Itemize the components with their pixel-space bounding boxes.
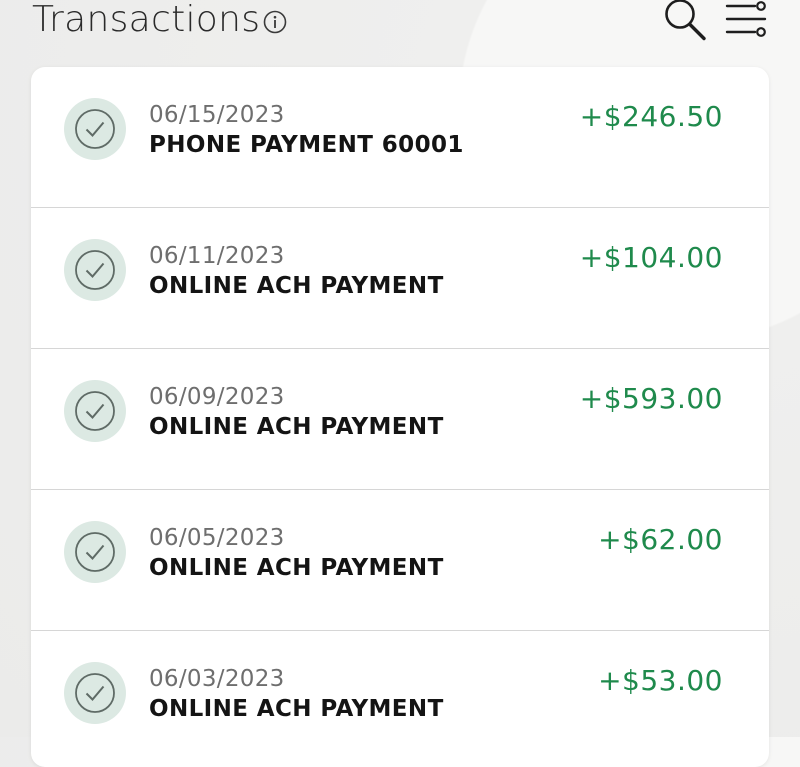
status-badge: [64, 380, 126, 442]
transaction-date: 06/05/2023: [149, 525, 285, 551]
transaction-amount: +$62.00: [598, 523, 723, 556]
search-icon[interactable]: [660, 0, 708, 44]
transaction-date: 06/09/2023: [149, 384, 285, 410]
page-title: Transactions: [32, 0, 261, 40]
transaction-description: PHONE PAYMENT 60001: [149, 132, 464, 158]
transaction-description: ONLINE ACH PAYMENT: [149, 555, 444, 581]
info-icon[interactable]: [263, 10, 287, 34]
transaction-row[interactable]: 06/05/2023 ONLINE ACH PAYMENT +$62.00: [31, 490, 769, 631]
transaction-row[interactable]: 06/11/2023 ONLINE ACH PAYMENT +$104.00: [31, 208, 769, 349]
status-badge: [64, 239, 126, 301]
check-circle-icon: [75, 532, 115, 572]
transactions-card: 06/15/2023 PHONE PAYMENT 60001 +$246.50 …: [31, 67, 769, 767]
transaction-date: 06/15/2023: [149, 102, 285, 128]
transaction-description: ONLINE ACH PAYMENT: [149, 273, 444, 299]
status-badge: [64, 662, 126, 724]
transaction-row[interactable]: 06/03/2023 ONLINE ACH PAYMENT +$53.00: [31, 631, 769, 767]
transaction-date: 06/11/2023: [149, 243, 285, 269]
check-circle-icon: [75, 250, 115, 290]
transaction-amount: +$104.00: [579, 241, 723, 274]
header: Transactions: [0, 0, 800, 60]
check-circle-icon: [75, 109, 115, 149]
status-badge: [64, 521, 126, 583]
check-circle-icon: [75, 391, 115, 431]
transaction-description: ONLINE ACH PAYMENT: [149, 414, 444, 440]
transaction-amount: +$246.50: [579, 100, 723, 133]
transaction-row[interactable]: 06/09/2023 ONLINE ACH PAYMENT +$593.00: [31, 349, 769, 490]
transaction-row[interactable]: 06/15/2023 PHONE PAYMENT 60001 +$246.50: [31, 67, 769, 208]
transaction-amount: +$53.00: [598, 664, 723, 697]
status-badge: [64, 98, 126, 160]
transaction-date: 06/03/2023: [149, 666, 285, 692]
filter-icon[interactable]: [724, 0, 768, 38]
transaction-description: ONLINE ACH PAYMENT: [149, 696, 444, 722]
check-circle-icon: [75, 673, 115, 713]
transaction-amount: +$593.00: [579, 382, 723, 415]
